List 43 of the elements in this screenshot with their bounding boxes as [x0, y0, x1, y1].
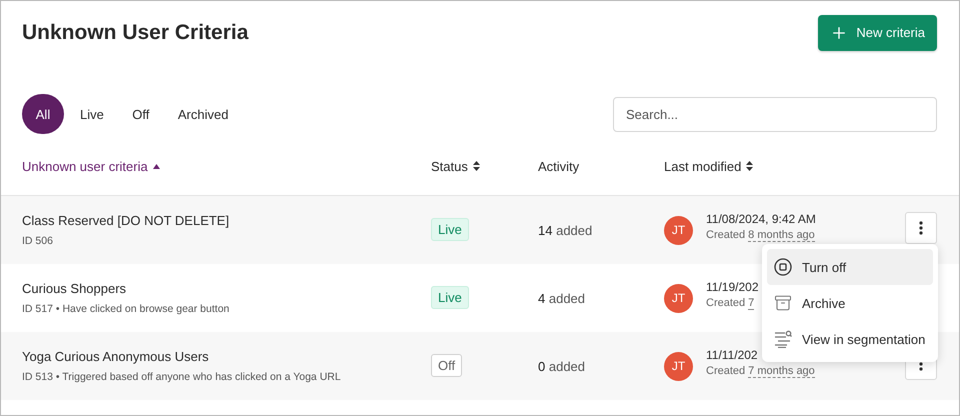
created-time: 7 months ago: [748, 365, 815, 378]
criteria-meta: ID 513 • Triggered based off anyone who has clicked on a Yoga URL: [22, 371, 342, 383]
more-button[interactable]: [905, 212, 937, 244]
filter-tab[interactable]: Live: [68, 94, 116, 134]
created-label: Created: [706, 365, 746, 377]
menu-item[interactable]: View in segmentation: [767, 321, 933, 357]
column-header[interactable]: Last modified: [664, 158, 754, 174]
filter-tab[interactable]: Off: [120, 94, 162, 134]
criteria-name: Class Reserved [DO NOT DELETE]: [22, 213, 230, 228]
modified-date: 11/11/202: [706, 348, 759, 362]
created-label: Created: [706, 297, 746, 309]
menu-item[interactable]: Archive: [767, 285, 933, 321]
column-header[interactable]: Status: [431, 158, 480, 174]
created-label: Created: [706, 229, 746, 241]
stop-icon: [774, 258, 792, 276]
criteria-name: Yoga Curious Anonymous Users: [22, 349, 210, 364]
new-criteria-button[interactable]: New criteria: [818, 14, 937, 50]
created-time: 8 months ago: [748, 229, 815, 242]
filter-tab[interactable]: All: [22, 94, 64, 134]
page-title: Unknown User Criteria: [22, 20, 248, 44]
column-header[interactable]: Unknown user criteria: [22, 158, 160, 174]
activity-text: 14 added: [538, 222, 594, 238]
criteria-meta: ID 506: [22, 235, 54, 247]
archive-icon: [774, 294, 792, 312]
modified-date: 11/08/2024, 9:42 AM: [706, 212, 816, 226]
user-avatar: JT: [664, 284, 693, 312]
status-badge: Live: [431, 286, 469, 309]
modified-date: 11/19/202: [706, 280, 758, 294]
column-header[interactable]: Activity: [538, 158, 580, 174]
status-badge: Live: [431, 218, 469, 241]
activity-text: 4 added: [538, 290, 586, 306]
more-icon: [919, 221, 923, 235]
list-search-icon: [774, 330, 792, 348]
search-field[interactable]: Search...: [613, 96, 937, 132]
user-avatar: JT: [664, 352, 693, 380]
criteria-meta: ID 517 • Have clicked on browse gear button: [22, 303, 230, 315]
criteria-name: Curious Shoppers: [22, 281, 128, 296]
created-time: 7: [748, 297, 754, 310]
user-avatar: JT: [664, 216, 693, 244]
status-badge: Off: [431, 354, 462, 377]
menu-item[interactable]: Turn off: [767, 249, 933, 285]
activity-text: 0 added: [538, 358, 586, 374]
filter-tab[interactable]: Archived: [166, 94, 240, 134]
